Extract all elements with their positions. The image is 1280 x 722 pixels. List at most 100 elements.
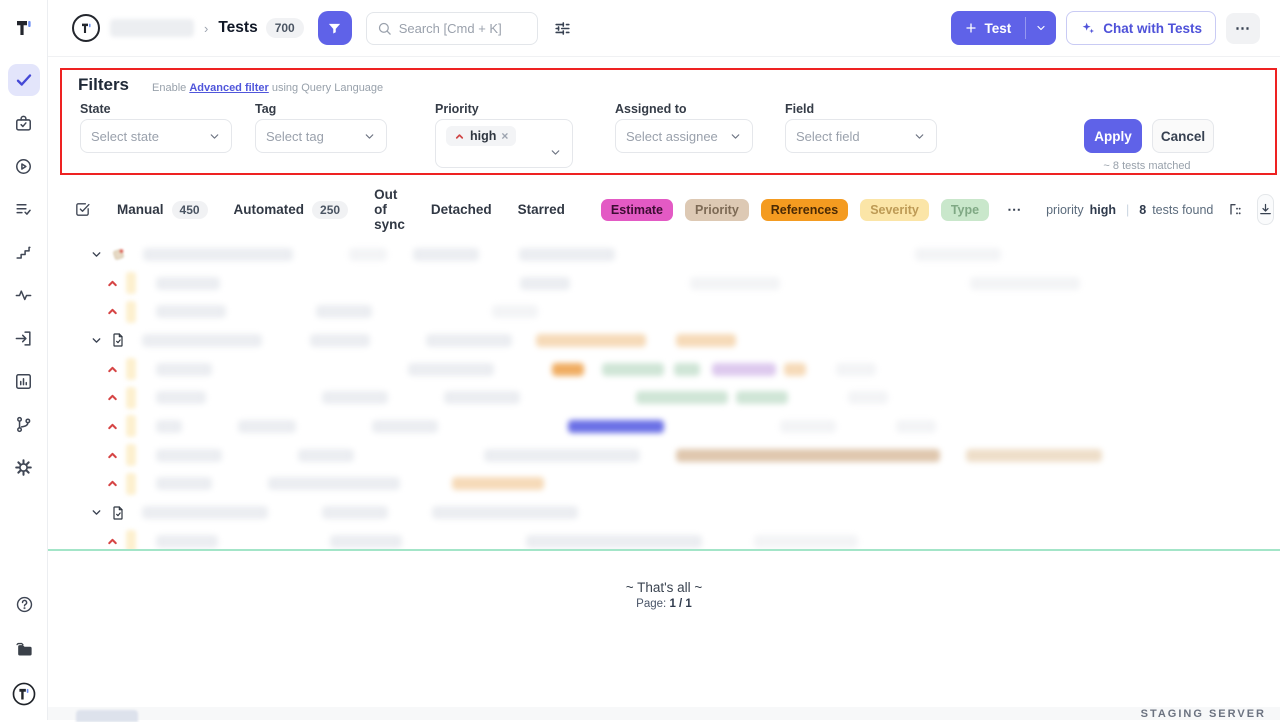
download-button[interactable]: [1257, 194, 1274, 225]
test-row[interactable]: [48, 383, 1280, 412]
sidebar-item-tests[interactable]: [8, 64, 40, 96]
page-label: Page:: [636, 598, 666, 610]
tag-select[interactable]: Select tag: [255, 119, 387, 153]
filter-button[interactable]: [318, 11, 352, 45]
priority-select[interactable]: high ×: [435, 119, 573, 168]
starred-strip: [126, 530, 136, 551]
test-row[interactable]: [48, 355, 1280, 384]
sidebar-item-settings[interactable]: [8, 451, 40, 483]
tab-manual[interactable]: Manual 450: [117, 201, 208, 219]
tab-label: Out of sync: [374, 187, 405, 232]
redacted-text-blob: [156, 363, 212, 376]
chat-label: Chat with Tests: [1103, 21, 1202, 36]
new-test-button[interactable]: Test: [951, 11, 1025, 45]
chat-with-tests-button[interactable]: Chat with Tests: [1066, 11, 1216, 45]
column-chip-references[interactable]: References: [761, 199, 848, 221]
sidebar-item-activity[interactable]: [8, 279, 40, 311]
sparkles-icon: [1080, 20, 1096, 36]
tab-automated[interactable]: Automated 250: [234, 201, 349, 219]
view-settings-icon[interactable]: [553, 19, 572, 38]
field-select[interactable]: Select field: [785, 119, 937, 153]
sidebar-item-branches[interactable]: [8, 408, 40, 440]
bottom-left-widget-redacted[interactable]: [76, 710, 138, 722]
apply-button[interactable]: Apply: [1084, 119, 1142, 153]
chevron-down-icon[interactable]: [90, 506, 103, 519]
app-logo[interactable]: [0, 0, 48, 56]
starred-strip: [126, 473, 136, 495]
chevron-down-icon: [913, 130, 926, 143]
chevron-down-icon[interactable]: [90, 334, 103, 347]
tag-label: Tag: [255, 102, 276, 116]
redacted-text-blob: [568, 420, 664, 433]
tests-count-badge: 700: [266, 18, 304, 38]
starred-strip: [126, 272, 136, 294]
priority-chip-high[interactable]: high ×: [446, 126, 516, 146]
advanced-filter-link[interactable]: Advanced filter: [189, 82, 268, 94]
test-row[interactable]: [48, 412, 1280, 441]
import-icon: [14, 329, 33, 348]
starred-strip: [126, 444, 136, 466]
suite-row[interactable]: [48, 498, 1280, 527]
chip-remove-icon[interactable]: ×: [501, 129, 508, 143]
chip-label: high: [470, 129, 496, 143]
sidebar-item-plans[interactable]: [8, 107, 40, 139]
sidebar-item-projects[interactable]: [8, 633, 40, 665]
redacted-text-blob: [520, 277, 570, 290]
search-icon: [377, 21, 392, 36]
search-input[interactable]: [399, 21, 519, 36]
priority-label: Priority: [435, 102, 479, 116]
suite-row[interactable]: [48, 326, 1280, 355]
test-row[interactable]: [48, 527, 1280, 551]
project-name-redacted[interactable]: [110, 19, 194, 37]
tab-detached[interactable]: Detached: [431, 202, 492, 217]
tab-out-of-sync[interactable]: Out of sync: [374, 187, 405, 232]
breadcrumb-section[interactable]: Tests: [218, 19, 257, 37]
tab-starred[interactable]: Starred: [518, 202, 565, 217]
new-test-split-button: Test: [951, 11, 1056, 45]
priority-high-icon: [106, 277, 119, 290]
sidebar-item-runs[interactable]: [8, 150, 40, 182]
redacted-text-blob: [676, 334, 736, 347]
test-row[interactable]: [48, 269, 1280, 298]
tab-count: 250: [312, 201, 348, 219]
sidebar-logo-bottom[interactable]: [8, 678, 40, 710]
test-row[interactable]: [48, 297, 1280, 326]
assignee-select[interactable]: Select assignee: [615, 119, 753, 153]
field-placeholder: Select field: [796, 129, 913, 144]
page-value: 1 / 1: [669, 598, 691, 610]
cancel-button[interactable]: Cancel: [1152, 119, 1214, 153]
column-chip-priority[interactable]: Priority: [685, 199, 749, 221]
redacted-text-blob: [896, 420, 936, 433]
redacted-text-blob: [848, 391, 888, 404]
tree-view-icon[interactable]: [1227, 202, 1243, 218]
project-logo[interactable]: [72, 14, 100, 42]
suite-row[interactable]: [48, 240, 1280, 269]
redacted-text-blob: [156, 391, 206, 404]
test-row[interactable]: [48, 441, 1280, 470]
sidebar-item-checklists[interactable]: [8, 193, 40, 225]
sidebar-item-analytics[interactable]: [8, 365, 40, 397]
new-test-label: Test: [984, 21, 1011, 36]
sidebar-item-help[interactable]: [8, 588, 40, 620]
state-select[interactable]: Select state: [80, 119, 232, 153]
test-row[interactable]: [48, 470, 1280, 499]
sidebar-item-steps[interactable]: [8, 236, 40, 268]
select-all-icon[interactable]: [74, 201, 91, 218]
priority-high-icon: [454, 131, 465, 142]
priority-high-icon: [106, 477, 119, 490]
column-chip-estimate[interactable]: Estimate: [601, 199, 673, 221]
search-box[interactable]: [366, 12, 538, 45]
column-chip-severity[interactable]: Severity: [860, 199, 929, 221]
chevron-down-icon[interactable]: [90, 248, 103, 261]
redacted-text-blob: [484, 449, 640, 462]
bottom-strip: [48, 707, 1280, 720]
chips-more-button[interactable]: ⋯: [1007, 201, 1022, 218]
filter-summary: priority high | 8 tests found: [1046, 203, 1213, 217]
new-test-dropdown[interactable]: [1026, 11, 1056, 45]
sidebar-item-import[interactable]: [8, 322, 40, 354]
column-chip-type[interactable]: Type: [941, 199, 989, 221]
priority-high-icon: [106, 420, 119, 433]
state-placeholder: Select state: [91, 129, 208, 144]
header-more-button[interactable]: ⋯: [1226, 13, 1260, 44]
priority-high-icon: [106, 363, 119, 376]
